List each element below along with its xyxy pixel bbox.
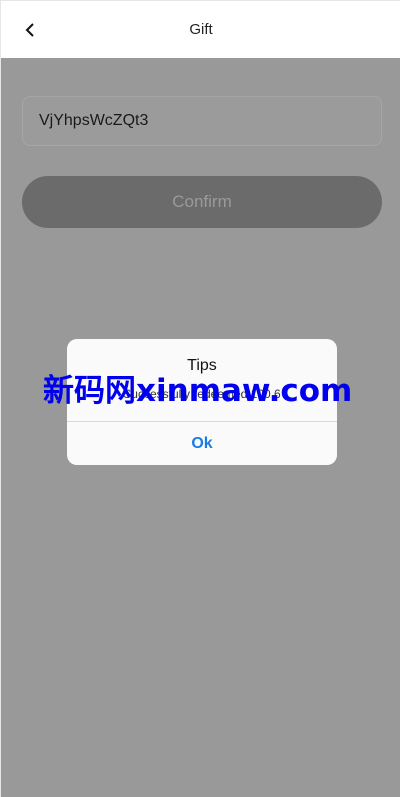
chevron-left-icon [25, 23, 34, 37]
page-title: Gift [189, 21, 213, 38]
watermark: 新码网xinmaw.com [43, 373, 353, 409]
gift-code-input[interactable] [22, 96, 382, 146]
page: Gift Confirm Tips Successfully redeemed … [0, 0, 400, 797]
ok-button[interactable]: Ok [67, 422, 337, 465]
header: Gift [1, 1, 400, 58]
confirm-button[interactable]: Confirm [22, 176, 382, 228]
back-button[interactable] [15, 15, 45, 45]
